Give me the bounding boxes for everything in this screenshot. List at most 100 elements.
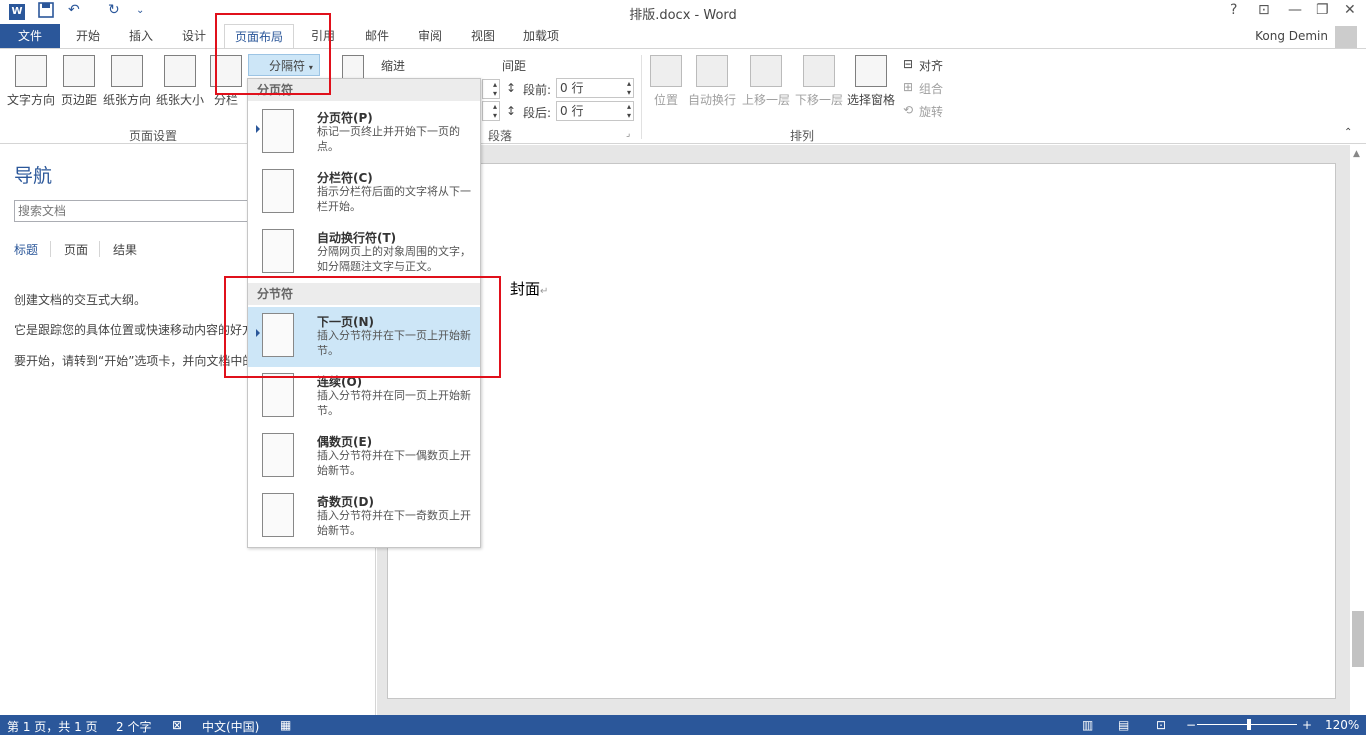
even-page-icon [262,433,294,477]
bring-forward-button[interactable]: 上移一层 [740,55,792,108]
orientation-button[interactable]: 纸张方向 [100,55,154,108]
nav-tab-headings[interactable]: 标题 [14,241,38,258]
print-layout-icon[interactable]: ▤ [1118,718,1129,732]
selection-pane-label: 选择窗格 [846,93,895,107]
position-button[interactable]: 位置 [650,55,682,108]
breaks-label: 分隔符 [269,59,306,73]
nav-tab-divider [99,241,100,257]
spacing-before-icon: ↕ [506,81,517,95]
web-layout-icon[interactable]: ⊡ [1156,718,1166,732]
next-page-icon [262,313,294,357]
item-desc: 分隔网页上的对象周围的文字，如分隔题注文字与正文。 [317,245,471,273]
maximize-button[interactable]: ❐ [1316,2,1329,18]
breaks-button[interactable]: 分隔符 ▾ [248,54,320,76]
status-bar: 第 1 页，共 1 页 2 个字 ⊠ 中文(中国) ▦ ▥ ▤ ⊡ − + 12… [0,715,1366,735]
macro-icon[interactable]: ▦ [280,718,291,732]
language-indicator[interactable]: 中文(中国) [202,718,259,735]
word-count[interactable]: 2 个字 [116,718,151,735]
zoom-slider-thumb[interactable] [1247,719,1251,730]
nav-tab-divider [50,241,51,257]
continuous-item[interactable]: 连续(O) 插入分节符并在同一页上开始新节。 [248,367,480,427]
window-title: 排版.docx - Word [629,8,737,23]
collapse-ribbon-icon[interactable]: ⌃ [1344,127,1352,138]
spacing-before-stepper[interactable]: 0 行 ▴ ▾ [556,78,634,98]
even-page-item[interactable]: 偶数页(E) 插入分节符并在下一偶数页上开始新节。 [248,427,480,487]
nav-tab-results[interactable]: 结果 [113,241,137,258]
text-direction-button[interactable]: 文字方向 [4,55,58,108]
scroll-up-icon[interactable]: ▲ [1353,149,1360,159]
text-wrapping-break-item[interactable]: 自动换行符(T) 分隔网页上的对象周围的文字，如分隔题注文字与正文。 [248,223,480,283]
tab-add-ins[interactable]: 加载项 [523,24,559,48]
vertical-scrollbar[interactable]: ▲ [1350,145,1366,715]
tab-design[interactable]: 设计 [182,24,206,48]
document-page[interactable]: 封面↵ [387,163,1336,699]
position-label: 位置 [653,93,678,107]
item-desc: 插入分节符并在下一偶数页上开始新节。 [317,449,471,477]
close-button[interactable]: ✕ [1344,2,1356,18]
spacing-label: 间距 [502,59,527,73]
paragraph-group-label: 段落 [488,129,513,143]
spacing-after-stepper[interactable]: 0 行 ▴ ▾ [556,101,634,121]
paragraph-mark: ↵ [540,286,549,297]
proofing-icon[interactable]: ⊠ [172,718,182,732]
next-page-item[interactable]: 下一页(N) 插入分节符并在下一页上开始新节。 [248,307,480,367]
help-button[interactable]: ? [1230,2,1237,18]
document-area: 封面↵ [377,145,1350,715]
user-name[interactable]: Kong Demin [1255,24,1328,48]
orientation-label: 纸张方向 [102,93,151,107]
paper-size-icon [164,55,196,87]
tab-review[interactable]: 审阅 [418,24,442,48]
tab-page-layout[interactable]: 页面布局 [224,24,295,49]
group-icon: ⊞ [903,80,914,94]
spacing-before-value: 0 行 [560,81,584,95]
tab-view[interactable]: 视图 [471,24,495,48]
tab-references[interactable]: 引用 [311,24,335,48]
zoom-in-button[interactable]: + [1302,718,1312,732]
indent-left-stepper[interactable]: ▴ ▾ [482,79,500,99]
tab-file[interactable]: 文件 [0,24,60,48]
column-break-item[interactable]: 分栏符(C) 指示分栏符后面的文字将从下一栏开始。 [248,163,480,223]
zoom-out-button[interactable]: − [1186,718,1196,732]
cover-text[interactable]: 封面 [510,280,540,298]
avatar[interactable] [1335,26,1357,48]
page-break-item[interactable]: 分页符(P) 标记一页终止并开始下一页的点。 [248,103,480,163]
paragraph-dialog-launcher-icon[interactable]: ⌟ [626,129,630,139]
ribbon: 文字方向 页边距 纸张方向 纸张大小 分栏 分隔符 ▾ 页面设置 缩进 间距 ▴… [0,48,1366,144]
continuous-icon [262,373,294,417]
orientation-icon [111,55,143,87]
tab-home[interactable]: 开始 [76,24,100,48]
align-button[interactable]: 对齐 [919,57,943,74]
nav-tab-pages[interactable]: 页面 [64,241,88,258]
item-desc: 插入分节符并在下一奇数页上开始新节。 [317,509,471,537]
text-direction-icon [15,55,47,87]
bring-forward-label: 上移一层 [741,93,790,107]
send-backward-icon [803,55,835,87]
columns-button[interactable]: 分栏 [208,55,244,108]
margins-button[interactable]: 页边距 [58,55,100,108]
scrollbar-thumb[interactable] [1352,611,1364,667]
document-text[interactable]: 封面↵ [510,278,548,299]
rotate-button[interactable]: 旋转 [919,103,943,120]
selection-pane-button[interactable]: 选择窗格 [846,55,896,108]
send-backward-button[interactable]: 下移一层 [793,55,845,108]
send-backward-label: 下移一层 [794,93,843,107]
column-break-icon [262,169,294,213]
tab-insert[interactable]: 插入 [129,24,153,48]
spacing-after-value: 0 行 [560,104,584,118]
page-count[interactable]: 第 1 页，共 1 页 [7,718,98,735]
position-icon [650,55,682,87]
odd-page-item[interactable]: 奇数页(D) 插入分节符并在下一奇数页上开始新节。 [248,487,480,547]
zoom-level[interactable]: 120% [1325,718,1359,732]
pointer-arrow-icon [256,125,260,133]
search-input[interactable]: 搜索文档 [14,200,254,222]
read-mode-icon[interactable]: ▥ [1082,718,1093,732]
group-button[interactable]: 组合 [919,80,943,97]
indent-right-stepper[interactable]: ▴ ▾ [482,101,500,121]
wrap-text-button[interactable]: 自动换行 [686,55,738,108]
minimize-button[interactable]: — [1288,2,1302,18]
tab-mailings[interactable]: 邮件 [365,24,389,48]
paper-size-button[interactable]: 纸张大小 [153,55,207,108]
ribbon-display-options-icon[interactable]: ⊡ [1258,2,1270,18]
ribbon-tabs: 文件 开始 插入 设计 页面布局 引用 邮件 审阅 视图 加载项 Kong De… [0,24,1366,49]
selection-pane-icon [855,55,887,87]
